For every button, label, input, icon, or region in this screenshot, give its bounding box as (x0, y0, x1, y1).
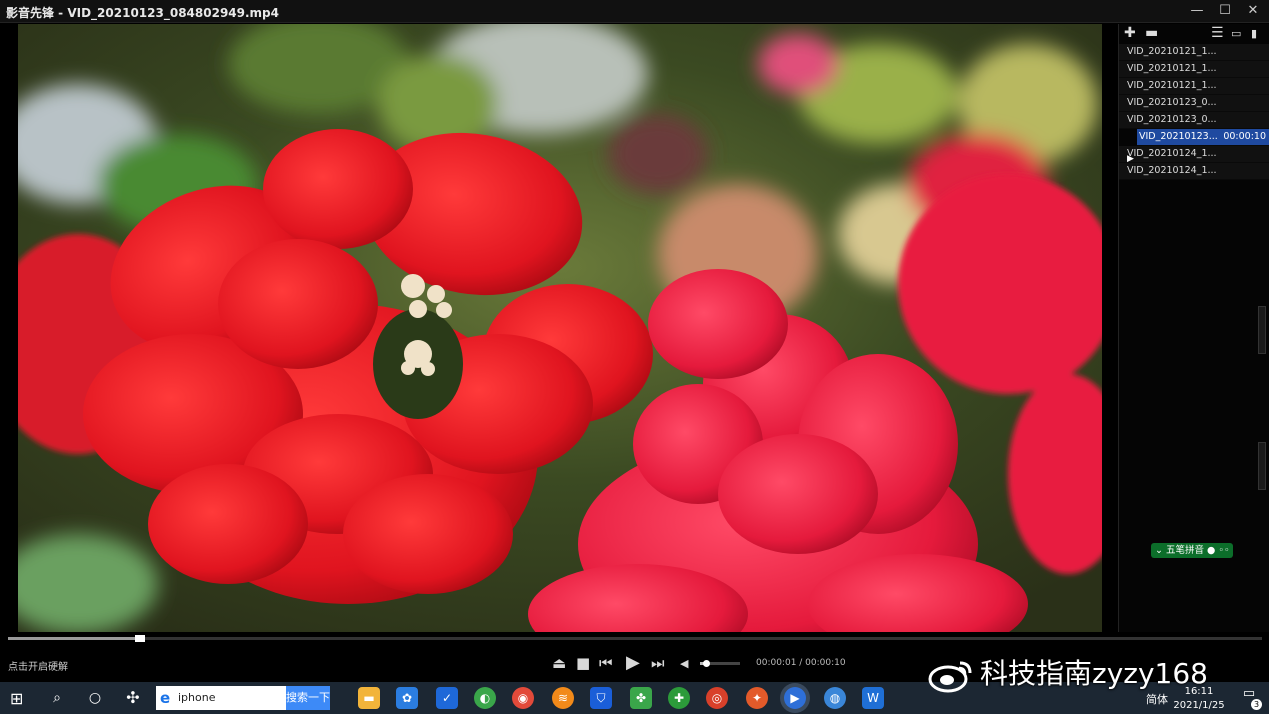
now-playing-icon: ▶ (1127, 154, 1134, 164)
time-readout: 00:00:01 / 00:00:10 (756, 658, 846, 668)
app-icon-1[interactable]: ✿ (396, 687, 418, 709)
eject-icon[interactable]: ⏏ (552, 654, 566, 672)
next-icon[interactable]: ⏭ (651, 654, 665, 672)
playlist-item[interactable]: VID_20210121_1... (1119, 44, 1269, 61)
taskbar-search-box[interactable]: e (156, 686, 286, 710)
playlist-item[interactable]: VID_20210123_0... (1119, 112, 1269, 129)
playlist-item[interactable]: VID_20210123_0... (1119, 95, 1269, 112)
security-shield-icon[interactable]: ⛉ (590, 687, 612, 709)
seek-bar[interactable] (8, 635, 1262, 642)
volume-icon[interactable]: ◀ (680, 657, 688, 670)
signal-icon[interactable]: ▮ (1251, 27, 1257, 40)
video-frame[interactable] (18, 24, 1102, 632)
playlist: VID_20210121_1... VID_20210121_1... VID_… (1119, 44, 1269, 180)
seek-progress (8, 637, 140, 640)
right-scrollbar-lower[interactable] (1258, 442, 1266, 490)
notification-badge: 3 (1251, 699, 1262, 710)
app-icon-8[interactable]: ✦ (746, 687, 768, 709)
add-icon[interactable]: ✚ (1124, 25, 1136, 41)
stop-icon[interactable]: ■ (576, 654, 590, 672)
maximize-icon[interactable]: ☐ (1217, 3, 1233, 19)
notification-icon[interactable]: ▭ 3 (1238, 686, 1262, 710)
volume-slider[interactable] (700, 660, 740, 667)
app-icon-10[interactable]: W (862, 687, 884, 709)
close-icon[interactable]: ✕ (1245, 3, 1261, 19)
volume-knob[interactable] (703, 660, 710, 667)
playlist-item[interactable]: VID_20210121_1... (1119, 78, 1269, 95)
app-icon-3[interactable]: ◐ (474, 687, 496, 709)
duration-label: 00:00:10 (1223, 131, 1266, 142)
file-explorer-icon[interactable]: ▬ (358, 687, 380, 709)
remove-icon[interactable]: ▬ (1145, 25, 1158, 41)
ime-indicator[interactable]: ⌄ 五笔拼音 ● ◦◦ (1151, 543, 1233, 558)
playlist-item[interactable]: VID_20210124_1... (1119, 163, 1269, 180)
playlist-panel: ✚ ▬ ☰ ▭ ▮ VID_20210121_1... VID_20210121… (1118, 24, 1269, 632)
watermark: 科技指南zyzy168 (928, 652, 1208, 693)
right-scrollbar[interactable] (1258, 306, 1266, 354)
chrome-icon[interactable]: ◉ (512, 687, 534, 709)
screen-icon[interactable]: ▭ (1231, 27, 1241, 40)
previous-icon[interactable]: ⏮ (599, 654, 613, 672)
playlist-item-active[interactable]: VID_20210123... 00:00:10 (1137, 129, 1269, 146)
pinwheel-icon[interactable]: ✣ (122, 687, 144, 709)
app-icon-7[interactable]: ◎ (706, 687, 728, 709)
watermark-text: 科技指南zyzy168 (980, 657, 1208, 690)
cortana-icon[interactable]: ○ (84, 687, 106, 709)
windows-start-icon[interactable]: ⊞ (10, 689, 23, 708)
search-input[interactable] (178, 689, 278, 705)
app-icon-2[interactable]: ✓ (436, 687, 458, 709)
video-player-app-icon[interactable]: ▶ (784, 687, 806, 709)
minimize-icon[interactable]: — (1189, 3, 1205, 19)
play-icon[interactable]: ▶ (626, 652, 640, 673)
ie-icon: e (160, 689, 171, 707)
app-icon-4[interactable]: ≋ (552, 687, 574, 709)
weibo-logo-icon (928, 661, 972, 693)
app-icon-6[interactable]: ✚ (668, 687, 690, 709)
window-title: 影音先锋 - VID_20210123_084802949.mp4 (6, 6, 279, 20)
list-menu-icon[interactable]: ☰ (1211, 25, 1224, 41)
clock-date: 2021/1/25 (1173, 700, 1225, 711)
title-bar: 影音先锋 - VID_20210123_084802949.mp4 — ☐ ✕ (0, 0, 1269, 23)
playlist-item[interactable]: VID_20210124_1... (1119, 146, 1269, 163)
ime-tray-label[interactable]: 简体 (1146, 691, 1168, 707)
hw-decode-hint[interactable]: 点击开启硬解 (8, 658, 68, 673)
search-icon[interactable]: ⌕ (46, 687, 68, 709)
playlist-item[interactable]: VID_20210121_1... (1119, 61, 1269, 78)
search-button[interactable]: 搜索一下 (286, 686, 330, 710)
app-icon-9[interactable]: ◍ (824, 687, 846, 709)
seek-thumb[interactable] (134, 635, 145, 642)
playlist-toolbar: ✚ ▬ ☰ ▭ ▮ (1119, 24, 1269, 44)
app-icon-5[interactable]: ✤ (630, 687, 652, 709)
flower-video-image (18, 24, 1102, 632)
